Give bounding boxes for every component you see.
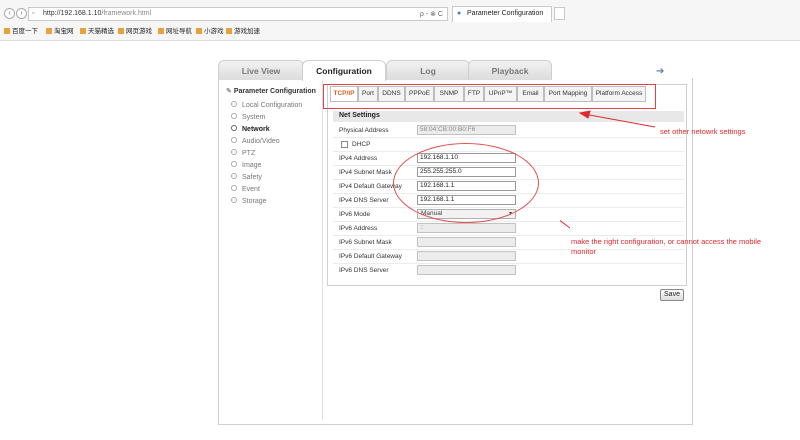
ipv6-address-label: IPv6 Address: [339, 225, 378, 232]
wrench-icon: ✎: [226, 88, 232, 95]
bookmark-item[interactable]: 百度一下: [4, 25, 38, 35]
nav-item-local-configuration[interactable]: Local Configuration: [231, 101, 302, 109]
ipv6-dns-field: [417, 265, 516, 275]
annotation-tabs-note: set other netowrk settings: [660, 127, 746, 136]
nav-item-network[interactable]: Network: [231, 125, 270, 133]
page-icon: ▫: [32, 10, 35, 17]
nav-item-safety[interactable]: Safety: [231, 173, 262, 181]
browser-tab-title: Parameter Configuration: [467, 10, 544, 17]
url-host: http://192.168.1.10: [43, 10, 102, 17]
physical-address-label: Physical Address: [339, 127, 389, 134]
nav-item-image[interactable]: Image: [231, 161, 261, 169]
back-icon[interactable]: ‹: [4, 8, 15, 19]
physical-address-field: 58:04:CB:00:B0:F6: [417, 125, 516, 135]
annotation-ellipse: [393, 143, 539, 223]
tab-configuration[interactable]: Configuration: [302, 60, 386, 81]
bookmark-item[interactable]: 游戏加速: [226, 25, 260, 35]
bookmark-item[interactable]: 网页游戏: [118, 25, 152, 35]
row-separator: [333, 263, 684, 264]
new-tab-button[interactable]: [554, 7, 565, 20]
annotation-config-note-2: monitor: [571, 247, 597, 256]
ipv6-subnet-mask-field: [417, 237, 516, 247]
annotation-arrowhead: [578, 110, 591, 119]
ipv4-subnet-mask-label: IPv4 Subnet Mask: [339, 169, 392, 176]
bookmark-item[interactable]: 天猫精选: [80, 25, 114, 35]
ipv6-gateway-label: IPv6 Default Gateway: [339, 253, 402, 260]
nav-item-event[interactable]: Event: [231, 185, 260, 193]
tab-playback[interactable]: Playback: [468, 60, 552, 80]
tab-live-view[interactable]: Live View: [218, 60, 304, 80]
tab-favicon-icon: ●: [457, 10, 462, 17]
bookmark-item[interactable]: 小游戏: [196, 25, 224, 35]
annotation-config-note-1: make the right configuration, or cannot …: [571, 237, 762, 246]
logout-arrow-icon[interactable]: ➔: [656, 66, 664, 77]
forward-icon[interactable]: ›: [16, 8, 27, 19]
ipv6-gateway-field: [417, 251, 516, 261]
main-tabs: Live View Configuration Log Playback: [218, 60, 692, 81]
nav-item-storage[interactable]: Storage: [231, 197, 267, 205]
url-path: /framework.html: [101, 10, 152, 17]
address-bar[interactable]: ▫ http://192.168.1.10/framework.html ρ -…: [28, 7, 448, 21]
bookmark-item[interactable]: 淘宝网: [46, 25, 74, 35]
browser-tab[interactable]: ● Parameter Configuration: [452, 6, 552, 22]
nav-item-system[interactable]: System: [231, 113, 265, 121]
ipv4-dns-label: IPv4 DNS Server: [339, 197, 389, 204]
ipv6-mode-label: IPv6 Mode: [339, 211, 371, 218]
address-controls[interactable]: ρ - ⊗ C: [420, 10, 443, 18]
nav-item-audio-video[interactable]: Audio/Video: [231, 137, 280, 145]
save-button[interactable]: Save: [660, 289, 684, 301]
nav-item-ptz[interactable]: PTZ: [231, 149, 255, 157]
annotation-arrow-tabs: [583, 113, 656, 128]
dhcp-label: DHCP: [352, 141, 371, 148]
bookmark-item[interactable]: 网址导航: [158, 25, 192, 35]
tab-log[interactable]: Log: [386, 60, 470, 80]
ipv6-dns-label: IPv6 DNS Server: [339, 267, 389, 274]
ipv4-address-label: IPv4 Address: [339, 155, 378, 162]
annotation-arrow-fields: [560, 220, 571, 229]
ipv6-subnet-mask-label: IPv6 Subnet Mask: [339, 239, 392, 246]
annotation-arrows: [560, 110, 656, 229]
nav-title: ✎ Parameter Configuration: [226, 88, 316, 95]
dhcp-checkbox[interactable]: [341, 141, 348, 148]
ipv6-address-field: ::: [417, 223, 516, 233]
